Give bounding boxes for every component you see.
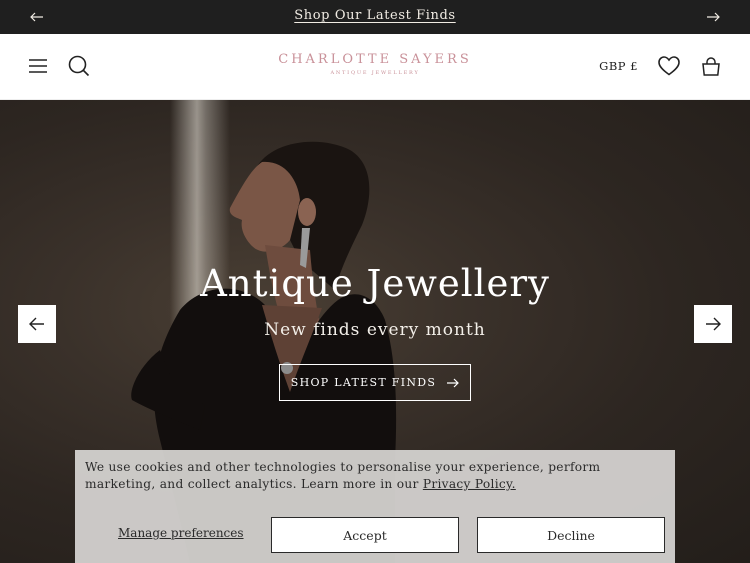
- announcement-bar: Shop Our Latest Finds: [0, 0, 750, 34]
- slideshow-next-button[interactable]: [694, 305, 732, 343]
- slideshow-prev-button[interactable]: [18, 305, 56, 343]
- arrow-left-icon: [29, 317, 44, 331]
- manage-preferences-link[interactable]: Manage preferences: [118, 526, 244, 540]
- cta-label: SHOP LATEST FINDS: [290, 376, 437, 389]
- site-header: CHARLOTTE SAYERS ANTIQUE JEWELLERY GBP £: [0, 34, 750, 100]
- announcement-message: Shop Our Latest Finds: [0, 8, 750, 23]
- arrow-right-icon: [706, 317, 721, 331]
- cookie-text: We use cookies and other technologies to…: [85, 460, 601, 491]
- heart-icon: [658, 56, 680, 76]
- currency-selector[interactable]: GBP £: [599, 59, 638, 73]
- cart-button[interactable]: [698, 53, 724, 79]
- accept-button[interactable]: Accept: [271, 517, 459, 553]
- cookie-banner: We use cookies and other technologies to…: [75, 450, 675, 563]
- announcement-next-button[interactable]: [696, 0, 730, 34]
- decline-button[interactable]: Decline: [477, 517, 665, 553]
- cookie-message: We use cookies and other technologies to…: [85, 459, 665, 493]
- arrow-right-icon: [707, 12, 720, 22]
- hero-title: Antique Jewellery: [200, 262, 550, 305]
- shop-latest-finds-button[interactable]: SHOP LATEST FINDS: [279, 364, 471, 401]
- privacy-policy-link[interactable]: Privacy Policy.: [423, 477, 516, 491]
- bag-icon: [702, 57, 720, 76]
- announcement-link[interactable]: Shop Our Latest Finds: [294, 8, 455, 23]
- hero-subtitle: New finds every month: [264, 320, 486, 340]
- arrow-right-icon: [447, 378, 460, 387]
- wishlist-button[interactable]: [656, 53, 682, 79]
